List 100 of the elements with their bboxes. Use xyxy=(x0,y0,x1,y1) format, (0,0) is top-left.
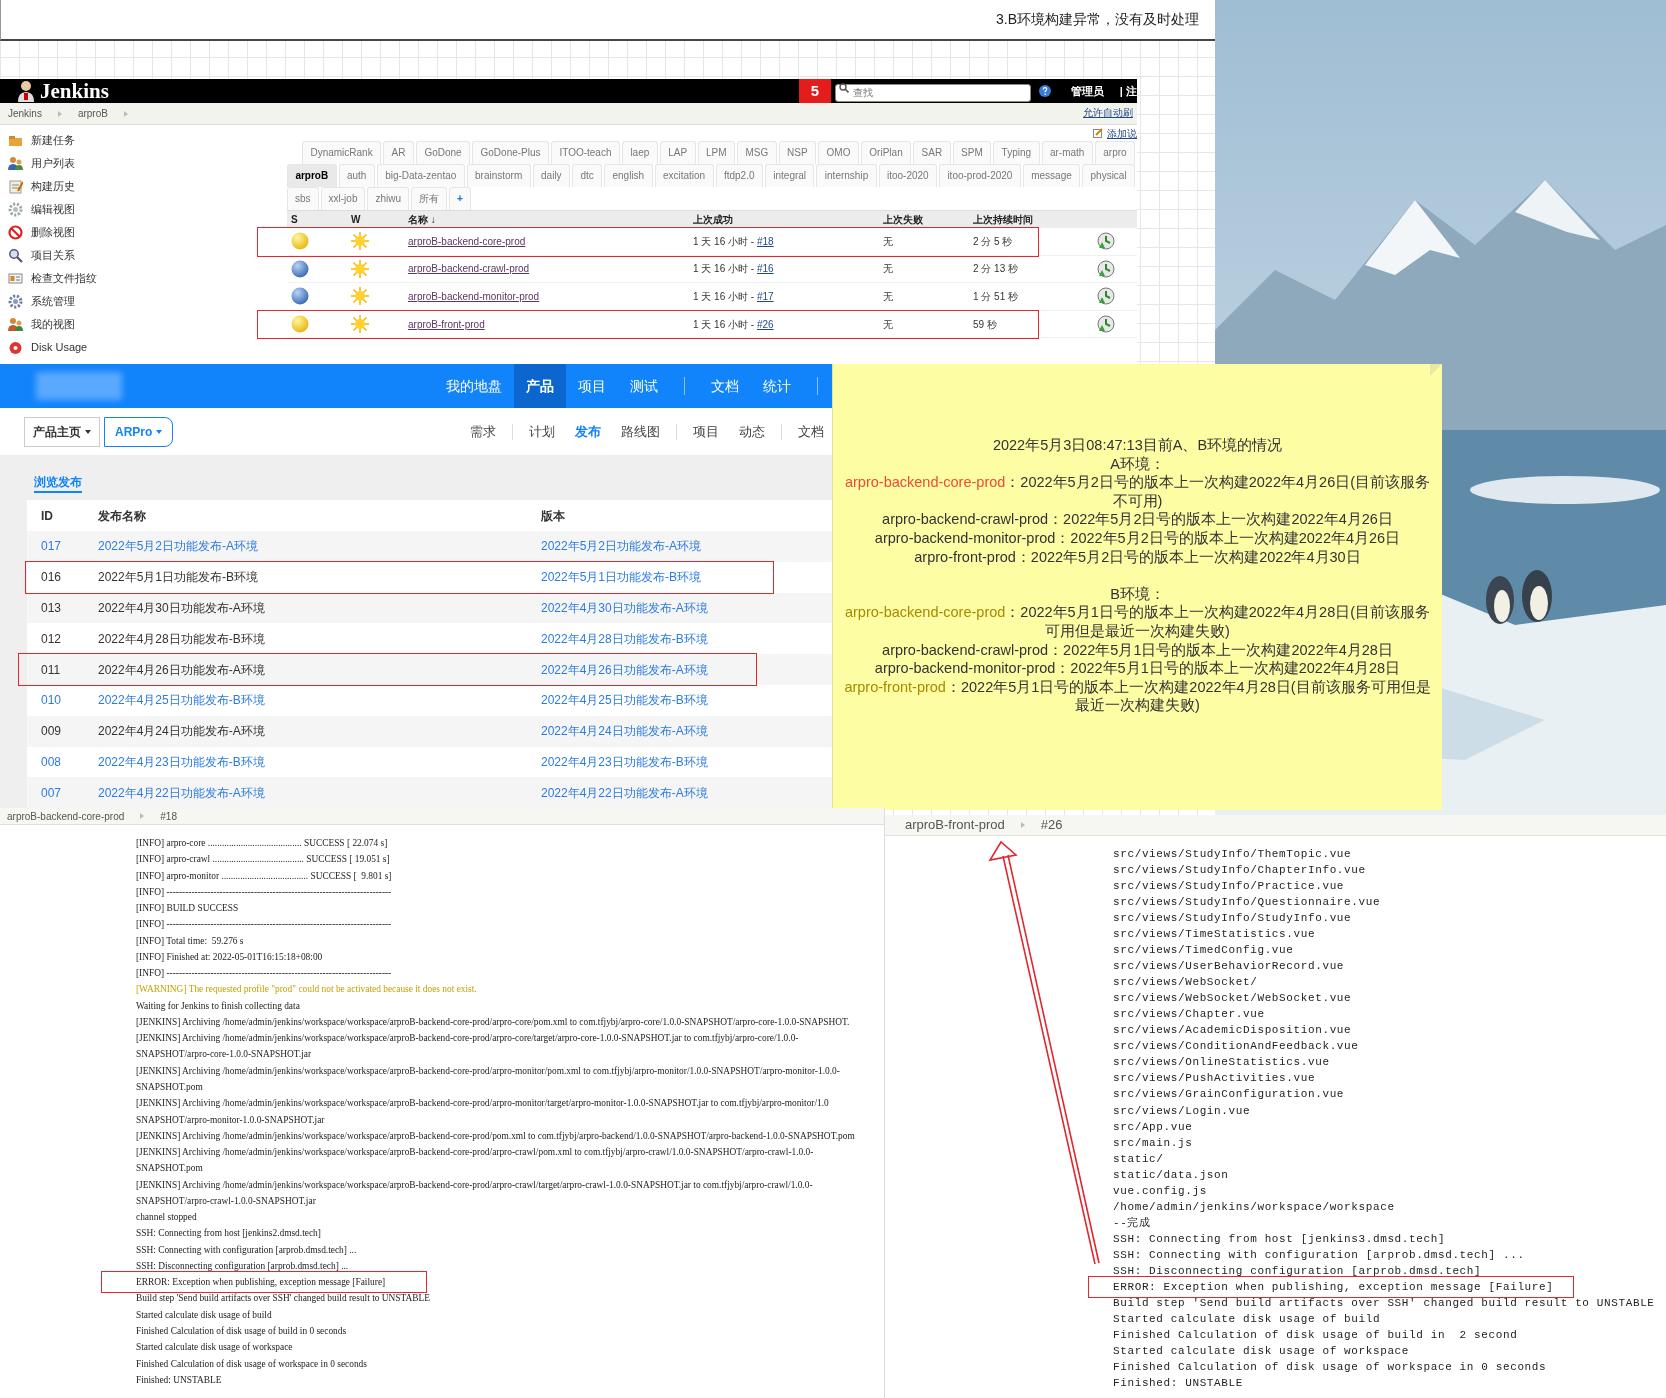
release-name-link[interactable]: 2022年4月23日功能发布-B环境 xyxy=(98,752,541,771)
release-id-link[interactable]: 010 xyxy=(41,691,98,710)
nav-tab[interactable]: 文档 xyxy=(699,364,751,408)
breadcrumb-link[interactable]: #26 xyxy=(1040,815,1063,835)
view-tab[interactable]: arpro xyxy=(1094,141,1136,164)
view-tab[interactable]: ITOO-teach xyxy=(551,141,620,164)
nav-tab[interactable]: 我的地盘 xyxy=(434,364,514,408)
view-tab[interactable]: big-Data-zentao xyxy=(376,164,465,187)
version-link[interactable]: 2022年4月24日功能发布-A环境 xyxy=(541,722,832,741)
view-tab[interactable]: zhiwu xyxy=(367,187,410,210)
sidebar-link[interactable]: 项目关系 xyxy=(31,247,75,264)
menu-tab[interactable]: 项目 xyxy=(683,421,729,442)
view-tab[interactable]: daily xyxy=(532,164,570,187)
nav-tab[interactable]: 产品 xyxy=(514,364,566,408)
breadcrumb-link[interactable]: Jenkins xyxy=(8,106,42,121)
nav-tab[interactable]: 统计 xyxy=(751,364,803,408)
release-name-link[interactable]: 2022年4月28日功能发布-B环境 xyxy=(98,629,541,648)
view-tab[interactable]: internship xyxy=(816,164,877,187)
view-tab[interactable]: auth xyxy=(338,164,375,187)
user-link[interactable]: 管理员 xyxy=(1070,82,1104,100)
breadcrumb-link[interactable]: arproB-backend-core-prod xyxy=(7,808,125,824)
sidebar-link[interactable]: 新建任务 xyxy=(31,132,75,149)
job-link[interactable]: arproB-backend-monitor-prod xyxy=(404,289,689,304)
view-tab[interactable]: GoDone-Plus xyxy=(472,141,549,164)
version-link[interactable]: 2022年5月2日功能发布-A环境 xyxy=(541,537,832,556)
view-tab[interactable]: dtc xyxy=(572,164,603,187)
product-dropdown[interactable]: ARPro xyxy=(104,416,174,447)
view-tab[interactable]: ftdp2.0 xyxy=(715,164,763,187)
view-tab[interactable]: english xyxy=(604,164,653,187)
menu-tab[interactable]: 需求 xyxy=(460,421,506,442)
auto-refresh-link[interactable]: 允许自动刷 xyxy=(1083,106,1137,121)
view-tab[interactable]: sbs xyxy=(287,187,319,210)
job-link[interactable]: arproB-front-prod xyxy=(404,316,689,332)
build-link[interactable]: #16 xyxy=(756,261,774,277)
view-tab[interactable]: DynamicRank xyxy=(302,141,382,164)
version-link[interactable]: 2022年5月1日功能发布-B环境 xyxy=(541,568,832,587)
view-tab[interactable]: MSG xyxy=(737,141,777,164)
sidebar-link[interactable]: 检查文件指纹 xyxy=(31,270,97,287)
view-tab[interactable]: LPM xyxy=(697,141,735,164)
view-tab[interactable]: NSP xyxy=(778,141,817,164)
jenkins-logo[interactable]: Jenkins xyxy=(40,79,109,103)
release-name-link[interactable]: 2022年5月2日功能发布-A环境 xyxy=(98,537,541,556)
release-name-link[interactable]: 2022年4月30日功能发布-A环境 xyxy=(98,599,541,617)
nav-tab[interactable]: 测试 xyxy=(618,364,670,408)
release-id-link[interactable]: 012 xyxy=(41,629,98,648)
build-link[interactable]: #18 xyxy=(756,233,774,249)
sidebar-link[interactable]: 我的视图 xyxy=(31,316,75,333)
view-tab[interactable]: message xyxy=(1022,164,1081,187)
build-link[interactable]: #26 xyxy=(756,316,774,332)
view-tab[interactable]: Typing xyxy=(993,141,1040,164)
view-tab[interactable]: laep xyxy=(621,141,658,164)
product-home-dropdown[interactable]: 产品主页 xyxy=(24,416,100,447)
sidebar-link[interactable]: 构建历史 xyxy=(31,178,75,195)
view-tab[interactable]: excitation xyxy=(654,164,714,187)
view-tab[interactable]: GoDone xyxy=(415,141,471,164)
menu-tab[interactable]: 发布 xyxy=(565,421,611,442)
menu-tab[interactable]: 路线图 xyxy=(611,421,670,442)
breadcrumb-link[interactable]: arproB-front-prod xyxy=(905,815,1005,835)
view-tab[interactable]: OriPlan xyxy=(860,141,912,164)
release-id-link[interactable]: 009 xyxy=(41,722,98,741)
view-tab[interactable]: ar-math xyxy=(1041,141,1093,164)
sidebar-link[interactable]: Disk Usage xyxy=(31,339,88,356)
view-tab[interactable]: itoo-prod-2020 xyxy=(939,164,1021,187)
build-link[interactable]: #17 xyxy=(756,289,774,304)
view-tab[interactable]: xxl-job xyxy=(320,187,366,210)
sidebar-link[interactable]: 用户列表 xyxy=(31,155,75,172)
sidebar-link[interactable]: 编辑视图 xyxy=(31,201,75,218)
version-link[interactable]: 2022年4月30日功能发布-A环境 xyxy=(541,599,832,617)
sidebar-link[interactable]: 系统管理 xyxy=(31,293,75,310)
view-tab[interactable]: SPM xyxy=(952,141,992,164)
schedule-build-icon[interactable] xyxy=(1097,259,1115,278)
alert-count-badge[interactable]: 5 xyxy=(798,79,831,103)
version-link[interactable]: 2022年4月22日功能发布-A环境 xyxy=(541,783,832,802)
schedule-build-icon[interactable] xyxy=(1097,287,1115,306)
logout-link[interactable]: | 注 xyxy=(1119,82,1137,100)
release-name-link[interactable]: 2022年4月25日功能发布-B环境 xyxy=(98,691,541,710)
breadcrumb-link[interactable]: #18 xyxy=(160,808,177,824)
release-id-link[interactable]: 008 xyxy=(41,752,98,771)
view-tab[interactable]: physical xyxy=(1082,164,1136,187)
nav-tab[interactable]: 项目 xyxy=(566,364,618,408)
menu-tab[interactable]: 文档 xyxy=(788,421,832,442)
view-tab[interactable]: itoo-2020 xyxy=(878,164,937,187)
search-field[interactable]: 查找 xyxy=(834,83,1031,102)
release-id-link[interactable]: 013 xyxy=(41,599,98,617)
release-name-link[interactable]: 2022年4月24日功能发布-A环境 xyxy=(98,722,541,741)
job-link[interactable]: arproB-backend-core-prod xyxy=(404,233,689,249)
view-tab[interactable]: OMO xyxy=(818,141,859,164)
release-name-link[interactable]: 2022年4月22日功能发布-A环境 xyxy=(98,783,541,802)
release-id-link[interactable]: 017 xyxy=(41,537,98,556)
view-tab[interactable]: AR xyxy=(383,141,414,164)
release-id-link[interactable]: 011 xyxy=(41,660,98,679)
schedule-build-icon[interactable] xyxy=(1097,315,1115,334)
view-tab[interactable]: arproB xyxy=(287,164,337,187)
browse-releases-tab[interactable]: 浏览发布 xyxy=(34,475,82,493)
view-tab[interactable]: SAR xyxy=(913,141,951,164)
job-link[interactable]: arproB-backend-crawl-prod xyxy=(404,261,689,277)
menu-tab[interactable]: 计划 xyxy=(519,421,565,442)
breadcrumb-link[interactable]: arproB xyxy=(77,106,108,121)
view-tab[interactable]: brainstorm xyxy=(466,164,531,187)
schedule-build-icon[interactable] xyxy=(1097,232,1115,251)
